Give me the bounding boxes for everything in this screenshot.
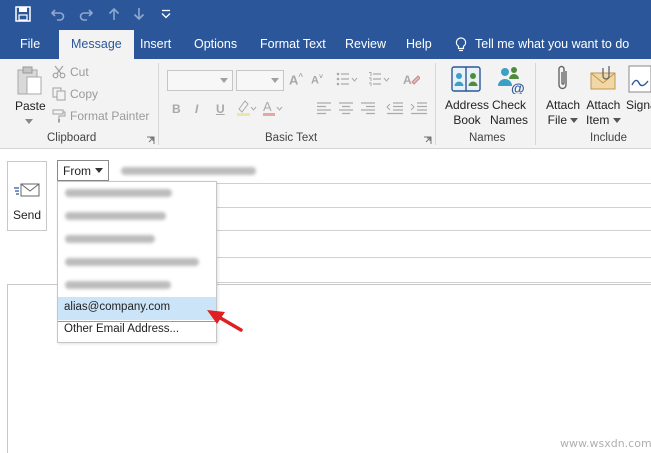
title-bar — [0, 0, 651, 30]
from-address-value — [121, 167, 256, 175]
save-icon[interactable] — [13, 4, 33, 24]
tab-format-text[interactable]: Format Text — [260, 30, 326, 59]
align-left-icon[interactable] — [316, 101, 332, 118]
address-book-button[interactable]: Address Book — [445, 98, 489, 128]
account-option[interactable] — [58, 205, 216, 228]
paste-dropdown-icon[interactable] — [25, 119, 33, 124]
group-separator — [435, 63, 436, 145]
address-book-label-line2: Book — [453, 113, 481, 127]
increase-indent-icon[interactable] — [410, 101, 428, 118]
font-size-combo[interactable] — [236, 70, 284, 91]
signature-icon — [628, 65, 651, 96]
attach-file-button[interactable]: Attach File — [546, 98, 580, 128]
group-separator — [158, 63, 159, 145]
send-icon — [14, 183, 40, 197]
copy-icon — [52, 87, 66, 101]
alias-option[interactable]: alias@company.com — [58, 297, 216, 320]
attach-file-label-line2: File — [547, 113, 568, 127]
group-separator — [535, 63, 536, 145]
tab-options[interactable]: Options — [194, 30, 237, 59]
from-button[interactable]: From — [57, 160, 109, 181]
format-painter-label: Format Painter — [70, 109, 150, 123]
tell-me-text: Tell me what you want to do — [475, 37, 630, 51]
tab-message[interactable]: Message — [59, 30, 134, 59]
attach-file-label-line1: Attach — [546, 98, 581, 112]
tab-file[interactable]: File — [20, 30, 40, 59]
signature-button[interactable]: Signa — [626, 98, 651, 113]
paste-button[interactable]: Paste — [15, 99, 46, 114]
svg-text:@: @ — [511, 80, 525, 94]
attach-item-label-line1: Attach — [586, 98, 621, 112]
other-email-address-option[interactable]: Other Email Address... — [58, 319, 216, 342]
svg-text:A: A — [403, 73, 412, 87]
copy-label: Copy — [70, 87, 99, 101]
attach-item-dropdown-icon — [612, 118, 621, 124]
check-names-icon: @ — [495, 64, 525, 97]
red-arrow-icon — [205, 306, 245, 339]
attach-item-label-line2: Item — [586, 113, 610, 127]
address-book-icon — [450, 65, 482, 96]
scissors-icon — [52, 65, 66, 79]
shrink-font-icon[interactable]: A˅ — [311, 74, 323, 87]
address-book-label-line1: Address — [445, 98, 490, 112]
bold-icon[interactable]: B — [172, 102, 181, 116]
watermark: www.wsxdn.com — [560, 437, 651, 450]
from-dropdown-menu: alias@company.com Other Email Address... — [57, 181, 217, 343]
copy-button[interactable]: Copy — [52, 87, 98, 101]
send-label: Send — [12, 208, 42, 222]
account-option[interactable] — [58, 228, 216, 251]
lightbulb-icon — [455, 36, 467, 51]
highlight-icon[interactable] — [236, 99, 258, 120]
include-group-label: Include — [590, 132, 628, 144]
names-group-label: Names — [469, 132, 506, 144]
account-option[interactable] — [58, 251, 216, 274]
paperclip-icon — [555, 64, 571, 97]
italic-icon[interactable]: I — [195, 102, 198, 116]
check-names-label-line1: Check — [492, 98, 527, 112]
arrow-down-icon[interactable] — [129, 4, 149, 24]
other-email-address-label: Other Email Address... — [64, 323, 180, 335]
ribbon: Paste Cut Copy Format Painter Clipboard … — [0, 59, 651, 149]
account-option[interactable] — [58, 182, 216, 205]
paste-icon — [16, 65, 44, 100]
tell-me-box[interactable]: Tell me what you want to do — [455, 30, 629, 59]
check-names-button[interactable]: Check Names — [490, 98, 528, 128]
arrow-up-icon[interactable] — [104, 4, 124, 24]
undo-icon[interactable] — [48, 4, 68, 24]
basic-text-launcher-icon[interactable] — [423, 134, 432, 148]
bullets-icon[interactable] — [336, 71, 360, 90]
align-right-icon[interactable] — [360, 101, 376, 118]
tab-review[interactable]: Review — [345, 30, 386, 59]
redo-icon[interactable] — [76, 4, 96, 24]
clear-formatting-icon[interactable]: A — [402, 72, 421, 91]
underline-icon[interactable]: U — [216, 102, 225, 116]
clipboard-launcher-icon[interactable] — [146, 134, 155, 148]
check-names-label-line2: Names — [490, 113, 529, 127]
font-name-combo[interactable] — [167, 70, 233, 91]
paintbrush-icon — [52, 109, 66, 123]
align-center-icon[interactable] — [338, 101, 354, 118]
numbering-icon[interactable] — [368, 71, 392, 90]
attach-file-dropdown-icon — [570, 118, 579, 124]
basic-text-group-label: Basic Text — [265, 132, 318, 144]
svg-text:A: A — [263, 99, 272, 114]
account-option[interactable] — [58, 274, 216, 297]
tab-help[interactable]: Help — [406, 30, 432, 59]
cut-label: Cut — [70, 65, 89, 79]
cut-button[interactable]: Cut — [52, 65, 89, 79]
format-painter-button[interactable]: Format Painter — [52, 109, 149, 123]
grow-font-icon[interactable]: A^ — [289, 72, 303, 87]
send-button[interactable]: Send — [7, 161, 47, 231]
attach-item-button[interactable]: Attach Item — [586, 98, 621, 128]
attach-item-icon — [589, 64, 619, 97]
from-label: From — [63, 163, 91, 178]
customize-toolbar-icon[interactable] — [156, 4, 176, 24]
font-color-icon[interactable]: A — [262, 99, 284, 120]
decrease-indent-icon[interactable] — [386, 101, 404, 118]
ribbon-tabs: File Message Insert Options Format Text … — [0, 30, 651, 59]
tab-insert[interactable]: Insert — [140, 30, 171, 59]
clipboard-group-label: Clipboard — [47, 132, 97, 144]
alias-option-label: alias@company.com — [64, 301, 171, 313]
chevron-down-icon — [95, 168, 103, 173]
